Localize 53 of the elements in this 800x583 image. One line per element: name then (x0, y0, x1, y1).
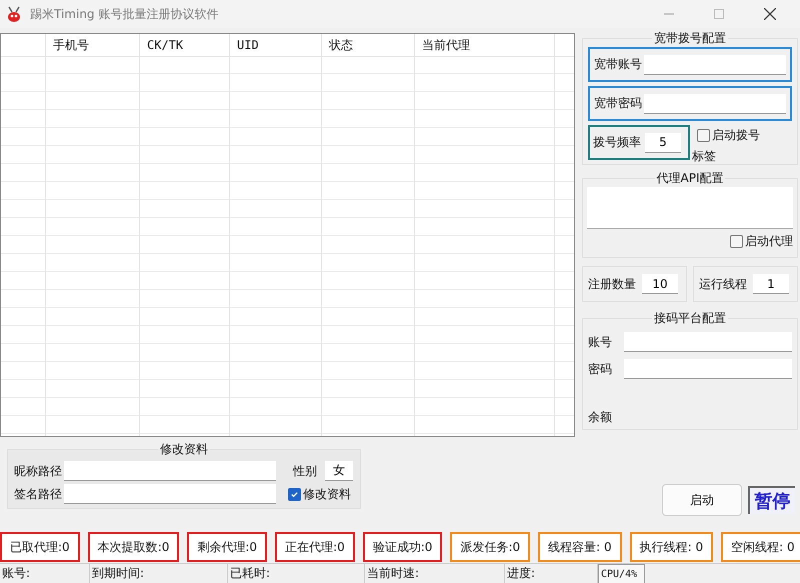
group-title: 修改资料 (159, 441, 209, 458)
input-field[interactable]: 10 (642, 274, 678, 294)
close-icon[interactable] (764, 8, 776, 20)
field-label: 注册数量 (588, 276, 636, 292)
status-text: 已耗时: (228, 564, 365, 583)
field-label: 昵称路径 (14, 462, 62, 480)
status-text: 当前时速: (365, 564, 505, 583)
stat-counter: 线程容量: 0 (538, 532, 622, 562)
stat-counter: 验证成功:0 (362, 532, 442, 562)
checkbox-icon[interactable] (730, 235, 743, 248)
input-field[interactable]: 5 (645, 132, 681, 152)
input-field[interactable] (624, 359, 792, 379)
start-button[interactable]: 启动 (662, 484, 742, 516)
stat-counter: 执行线程: 0 (630, 532, 714, 562)
app-icon (6, 5, 22, 23)
input-field[interactable] (64, 484, 276, 504)
window-title: 踢米Timing 账号批量注册协议软件 (30, 6, 218, 22)
stat-counter: 已取代理:0 (0, 532, 80, 562)
text-area[interactable] (587, 187, 793, 229)
stat-counter: 本次提取数:0 (88, 532, 180, 562)
field-label: 密码 (588, 360, 612, 378)
input-field[interactable] (644, 54, 786, 74)
group-title: 代理API配置 (656, 170, 724, 187)
field-label: 账号 (588, 334, 612, 350)
status-text: 到期时间: (90, 564, 228, 583)
stat-counter: 正在代理:0 (275, 532, 355, 562)
field-label: 性别 (293, 462, 317, 480)
checkbox[interactable]: 修改资料 (288, 486, 351, 502)
stat-counter: 派发任务:0 (450, 532, 530, 562)
checkbox-icon[interactable] (697, 129, 710, 142)
input-field[interactable] (624, 332, 792, 352)
checkbox-icon[interactable] (288, 488, 301, 500)
input-field[interactable]: 1 (753, 274, 789, 294)
group-title: 接码平台配置 (653, 310, 727, 327)
balance-label: 余额 (588, 409, 613, 426)
field-label: 拨号频率 (593, 134, 641, 151)
status-text: CPU/4% (598, 564, 645, 583)
field-label: 运行线程 (699, 276, 747, 292)
input-field[interactable] (64, 461, 276, 481)
tag-label: 标签 (692, 148, 717, 165)
checkbox[interactable]: 启动拨号 (697, 127, 760, 144)
field-label: 宽带账号 (594, 56, 642, 73)
input-field[interactable] (644, 94, 786, 114)
group-title: 宽带拨号配置 (653, 30, 727, 47)
maximize-icon[interactable] (714, 9, 724, 19)
stat-counter: 剩余代理:0 (187, 532, 268, 562)
input-field[interactable]: 女 (325, 461, 353, 481)
status-text: 账号: (0, 564, 90, 583)
field-label: 宽带密码 (594, 95, 642, 112)
stat-counter: 空闲线程: 0 (721, 532, 800, 562)
field-label: 签名路径 (14, 486, 62, 502)
checkbox[interactable]: 启动代理 (730, 233, 793, 250)
pause-button[interactable]: 暂停 (748, 486, 795, 514)
